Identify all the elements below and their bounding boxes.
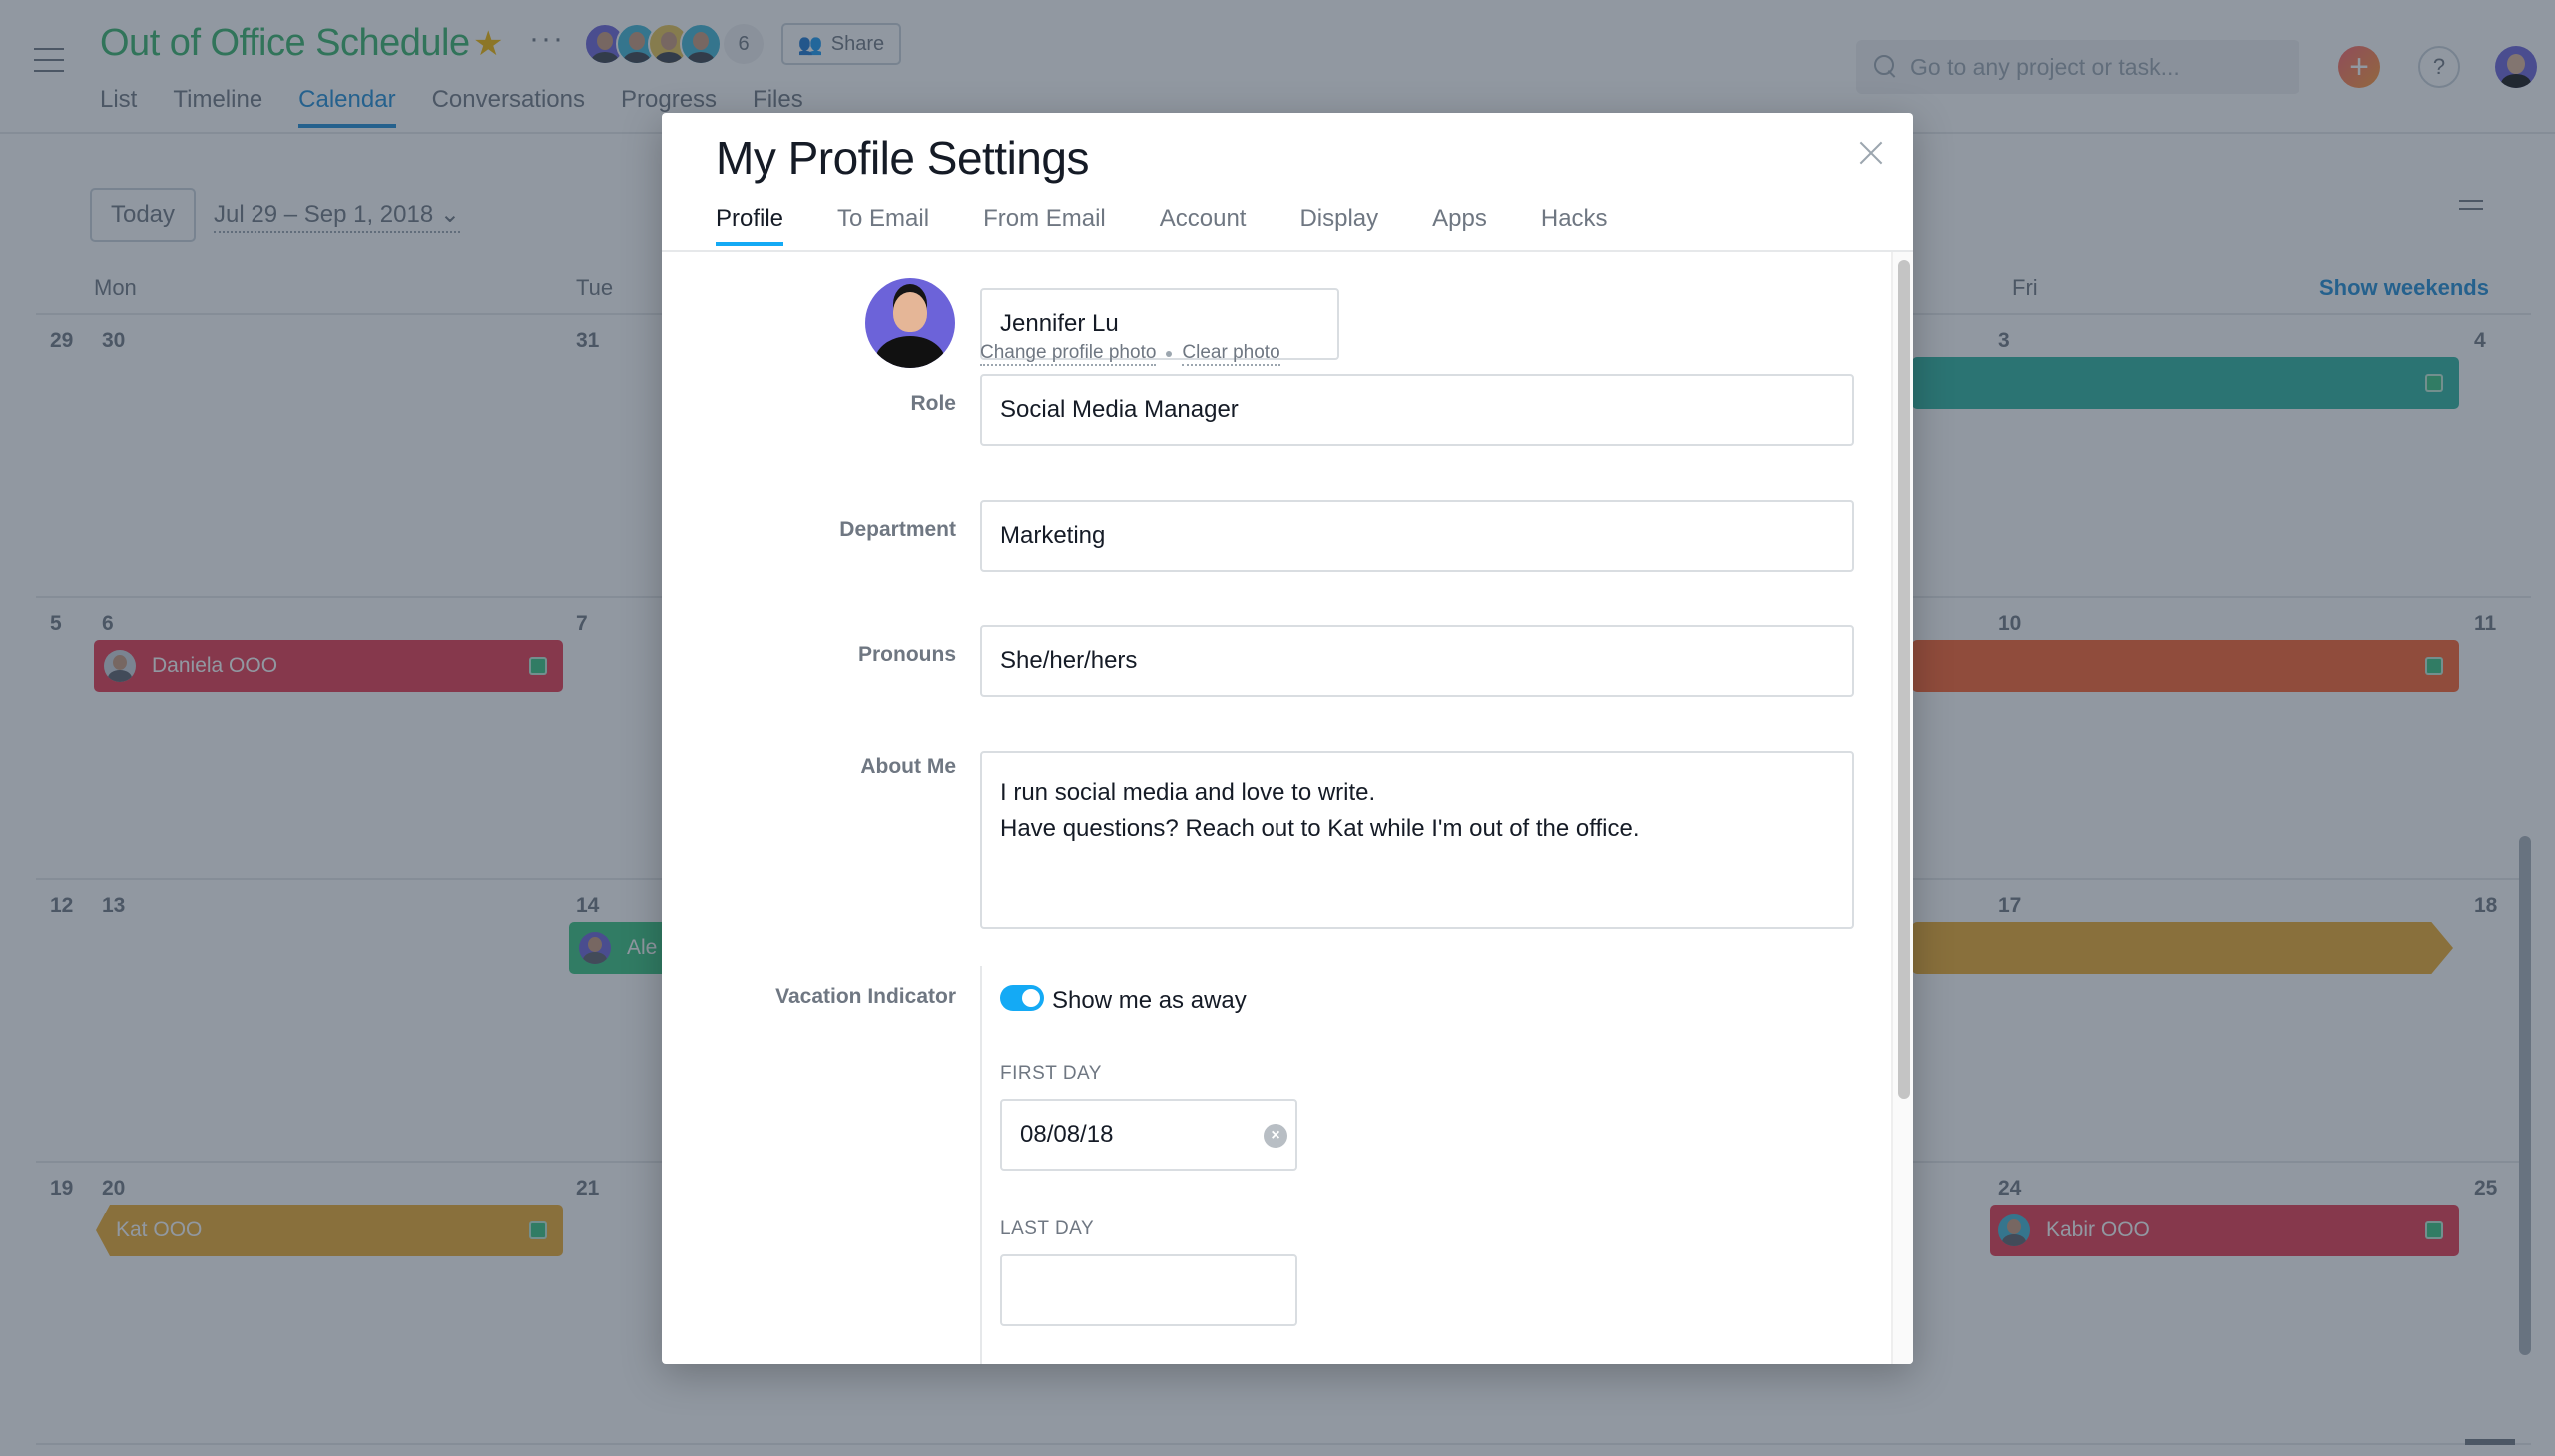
last-day-input[interactable] [1000, 1254, 1297, 1326]
show-away-toggle[interactable] [1000, 985, 1044, 1011]
last-day-label: LAST DAY [1000, 1218, 1095, 1239]
clear-date-icon[interactable]: × [1264, 1124, 1287, 1148]
first-day-input[interactable]: 08/08/18 × [1000, 1099, 1297, 1171]
separator-dot [1166, 351, 1173, 357]
about-me-textarea[interactable]: I run social media and love to write. Ha… [980, 751, 1854, 929]
vacation-indicator-label: Vacation Indicator [775, 985, 956, 1008]
department-input[interactable]: Marketing [980, 500, 1854, 572]
tab-display[interactable]: Display [1299, 205, 1378, 246]
tab-hacks[interactable]: Hacks [1541, 205, 1608, 246]
modal-title: My Profile Settings [716, 132, 1089, 184]
pronouns-label: Pronouns [858, 643, 956, 666]
role-label: Role [910, 392, 956, 415]
scrollbar-thumb[interactable] [1898, 260, 1910, 1099]
toggle-knob [1022, 989, 1040, 1007]
first-day-value: 08/08/18 [1020, 1121, 1114, 1148]
close-icon[interactable] [1856, 138, 1886, 168]
show-away-label: Show me as away [1052, 987, 1247, 1014]
clear-photo-link[interactable]: Clear photo [1182, 342, 1280, 366]
settings-tabs: Profile To Email From Email Account Disp… [716, 205, 1608, 246]
tab-profile[interactable]: Profile [716, 205, 784, 246]
department-label: Department [839, 518, 956, 541]
first-day-label: FIRST DAY [1000, 1063, 1102, 1084]
tab-to-email[interactable]: To Email [837, 205, 929, 246]
role-input[interactable]: Social Media Manager [980, 374, 1854, 446]
tab-account[interactable]: Account [1160, 205, 1247, 246]
tab-apps[interactable]: Apps [1432, 205, 1487, 246]
tab-from-email[interactable]: From Email [983, 205, 1106, 246]
about-me-label: About Me [860, 755, 956, 778]
pronouns-input[interactable]: She/her/hers [980, 625, 1854, 697]
vacation-section-divider [980, 966, 982, 1364]
modal-scrollbar[interactable] [1891, 252, 1913, 1364]
change-photo-link[interactable]: Change profile photo [980, 342, 1157, 366]
profile-photo-avatar[interactable] [865, 278, 955, 368]
photo-actions: Change profile photo Clear photo [980, 342, 1280, 366]
profile-settings-modal: My Profile Settings Profile To Email Fro… [662, 113, 1913, 1364]
